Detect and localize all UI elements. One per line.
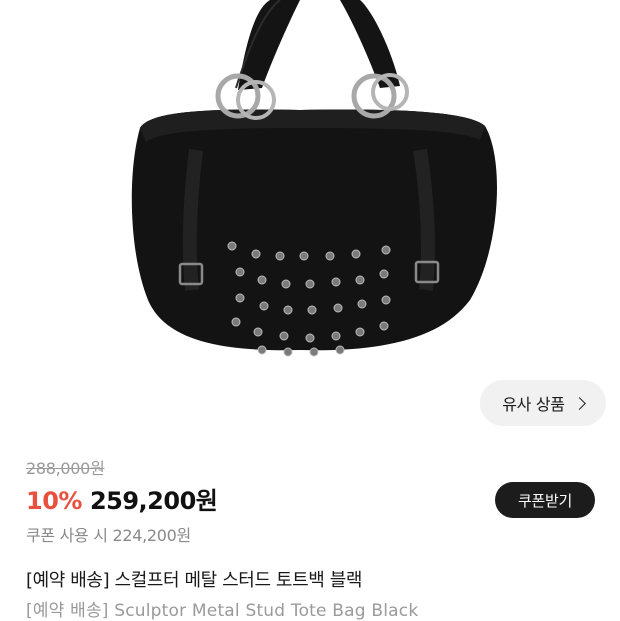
chevron-right-icon <box>572 396 586 410</box>
similar-products-label: 유사 상품 <box>502 395 565 414</box>
price-row: 10% 259,200원 <box>26 481 218 516</box>
product-title-en: [예약 배송] Sculptor Metal Stud Tote Bag Bla… <box>26 601 419 621</box>
original-price: 288,000원 <box>26 459 105 478</box>
coupon-price: 쿠폰 사용 시 224,200원 <box>26 526 191 545</box>
product-image[interactable] <box>0 0 620 370</box>
get-coupon-button[interactable]: 쿠폰받기 <box>495 482 595 518</box>
product-title-kr: [예약 배송] 스컬프터 메탈 스터드 토트백 블랙 <box>26 570 363 591</box>
similar-products-button[interactable]: 유사 상품 <box>480 380 606 426</box>
discount-rate: 10% <box>26 487 82 515</box>
sale-price: 259,200원 <box>89 487 218 515</box>
tote-bag-illustration <box>131 0 498 357</box>
